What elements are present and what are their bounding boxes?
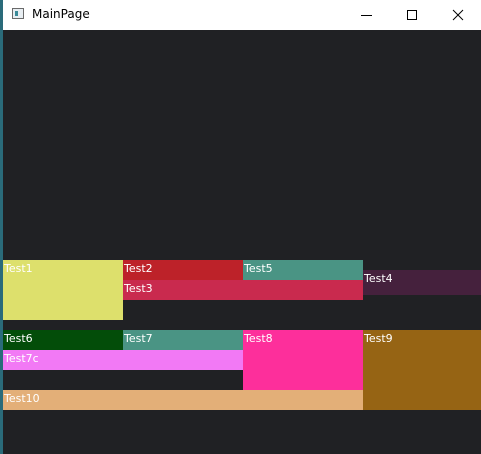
window-title: MainPage [32,7,90,21]
close-button[interactable] [435,0,481,30]
block-test3: Test3 [123,280,363,300]
block-test10: Test10 [3,390,363,410]
block-test1: Test1 [3,260,123,320]
page-content: Test1 Test2 Test5 Test3 Test4 Test6 Test… [3,30,481,454]
block-test2: Test2 [123,260,243,280]
app-icon [12,8,24,19]
minimize-button[interactable] [344,0,390,30]
close-icon [452,9,464,21]
block-test7c: Test7c [3,350,243,370]
maximize-icon [407,10,417,20]
block-test8: Test8 [243,330,363,390]
minimize-icon [361,15,372,16]
title-bar[interactable]: MainPage [3,0,481,30]
block-test7: Test7 [123,330,243,350]
block-test6: Test6 [3,330,123,350]
maximize-button[interactable] [389,0,435,30]
main-window: MainPage Test1 Test2 Test5 Test3 Test4 T… [0,0,481,454]
block-test9: Test9 [363,330,481,410]
block-test4: Test4 [363,270,481,295]
block-test5: Test5 [243,260,363,280]
